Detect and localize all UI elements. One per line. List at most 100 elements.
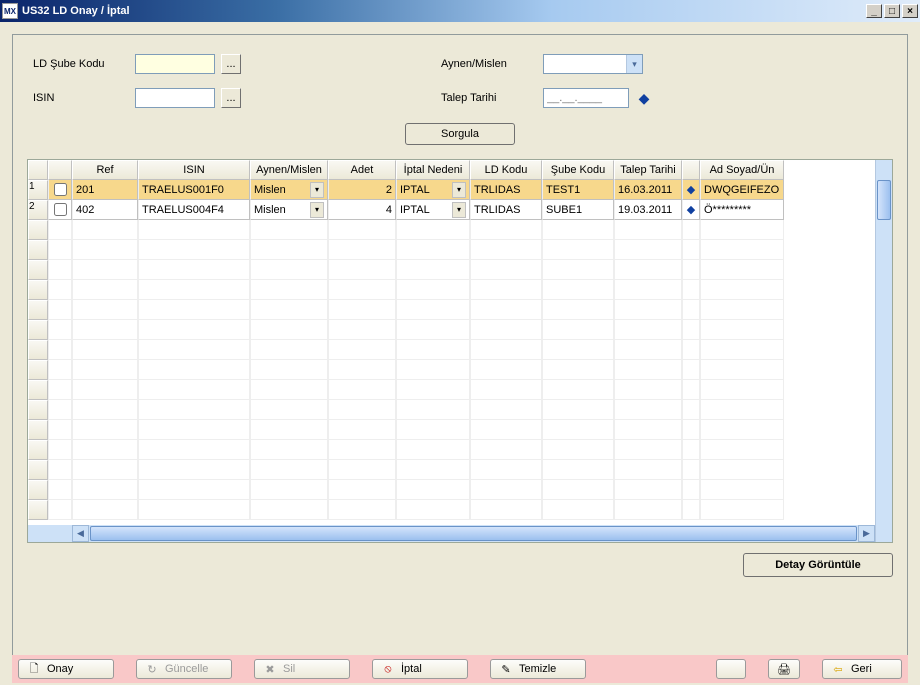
chevron-down-icon[interactable]: ▾ [310, 182, 324, 198]
cell-adet[interactable]: 4 [328, 200, 396, 220]
col-header-ad-soyad[interactable]: Ad Soyad/Ün [700, 160, 784, 180]
table-row [28, 280, 875, 300]
scroll-left-button[interactable]: ◀ [72, 525, 89, 542]
cell-icon [682, 340, 700, 360]
ld-sube-kodu-input[interactable] [135, 54, 215, 74]
cell-iptal [396, 300, 470, 320]
cancel-icon: ⦸ [381, 663, 395, 676]
cell-iptal [396, 380, 470, 400]
cell-chk[interactable] [48, 200, 72, 220]
col-header-adet[interactable]: Adet [328, 160, 396, 180]
cell-ref [72, 240, 138, 260]
row-checkbox[interactable] [54, 203, 67, 216]
cell-adet [328, 500, 396, 520]
table-row [28, 360, 875, 380]
print-button[interactable]: 🖨 [768, 659, 800, 679]
cell-ref[interactable]: 201 [72, 180, 138, 200]
cell-am[interactable]: Mislen▾ [250, 200, 328, 220]
cell-isin [138, 300, 250, 320]
cell-iptal [396, 280, 470, 300]
cell-ref [72, 220, 138, 240]
cell-chk[interactable] [48, 180, 72, 200]
cell-sube [542, 260, 614, 280]
cell-adet[interactable]: 2 [328, 180, 396, 200]
ld-sube-kodu-lookup-button[interactable]: ... [221, 54, 241, 74]
cell-iptal [396, 500, 470, 520]
cell-talep[interactable]: 16.03.2011 [614, 180, 682, 200]
chevron-down-icon[interactable]: ▾ [310, 202, 324, 218]
results-grid: Ref ISIN Aynen/Mislen Adet İptal Nedeni … [27, 159, 893, 543]
cell-iptal[interactable]: IPTAL▾ [396, 180, 470, 200]
aynen-mislen-select[interactable]: ▾ [543, 54, 643, 74]
col-header-aynen-mislen[interactable]: Aynen/Mislen [250, 160, 328, 180]
col-header-ref[interactable]: Ref [72, 160, 138, 180]
cell-talep[interactable]: 19.03.2011 [614, 200, 682, 220]
row-number [28, 220, 48, 240]
col-header-isin[interactable]: ISIN [138, 160, 250, 180]
row-detail-icon[interactable]: ◆ [687, 183, 695, 196]
scroll-thumb[interactable] [90, 526, 857, 541]
col-header-iptal-nedeni[interactable]: İptal Nedeni [396, 160, 470, 180]
row-number [28, 480, 48, 500]
cell-iptal[interactable]: IPTAL▾ [396, 200, 470, 220]
cell-ld [470, 300, 542, 320]
minimize-button[interactable]: _ [866, 4, 882, 18]
cell-ad[interactable]: Ö********* [700, 200, 784, 220]
cell-sube[interactable]: SUBE1 [542, 200, 614, 220]
cell-iptal [396, 320, 470, 340]
cell-ad[interactable]: DWQGEIFEZO [700, 180, 784, 200]
blank-button[interactable] [716, 659, 746, 679]
cell-ld[interactable]: TRLIDAS [470, 180, 542, 200]
cell-ref [72, 500, 138, 520]
cell-icon [682, 360, 700, 380]
onay-button[interactable]: 🗋 Onay [18, 659, 114, 679]
title-bar: MX US32 LD Onay / İptal _ □ × [0, 0, 920, 22]
cell-isin[interactable]: TRAELUS001F0 [138, 180, 250, 200]
calendar-icon[interactable]: ◆ [635, 89, 653, 107]
cell-chk [48, 380, 72, 400]
table-row [28, 300, 875, 320]
sorgula-button[interactable]: Sorgula [405, 123, 515, 145]
maximize-button[interactable]: □ [884, 4, 900, 18]
vertical-scrollbar[interactable] [875, 160, 892, 542]
cell-adet [328, 400, 396, 420]
cell-sube[interactable]: TEST1 [542, 180, 614, 200]
cell-adet [328, 280, 396, 300]
col-header-ld-kodu[interactable]: LD Kodu [470, 160, 542, 180]
talep-tarihi-input[interactable] [543, 88, 629, 108]
cell-isin[interactable]: TRAELUS004F4 [138, 200, 250, 220]
iptal-button[interactable]: ⦸ İptal [372, 659, 468, 679]
temizle-button[interactable]: ✎ Temizle [490, 659, 586, 679]
isin-lookup-button[interactable]: ... [221, 88, 241, 108]
cell-ref[interactable]: 402 [72, 200, 138, 220]
cell-adet [328, 480, 396, 500]
iptal-label: İptal [401, 663, 422, 675]
scroll-right-button[interactable]: ▶ [858, 525, 875, 542]
guncelle-button[interactable]: ↻ Güncelle [136, 659, 232, 679]
cell-chk [48, 400, 72, 420]
vscroll-thumb[interactable] [877, 180, 891, 220]
detay-goruntule-button[interactable]: Detay Görüntüle [743, 553, 893, 577]
cell-icon[interactable]: ◆ [682, 200, 700, 220]
chevron-down-icon[interactable]: ▾ [452, 202, 466, 218]
row-detail-icon[interactable]: ◆ [687, 203, 695, 216]
horizontal-scrollbar[interactable]: ◀ ▶ [28, 525, 875, 542]
cell-icon [682, 420, 700, 440]
cell-talep [614, 420, 682, 440]
table-row[interactable]: 1201TRAELUS001F0Mislen▾2IPTAL▾TRLIDASTES… [28, 180, 875, 200]
cell-icon[interactable]: ◆ [682, 180, 700, 200]
cell-ref [72, 320, 138, 340]
sil-button[interactable]: ✖ Sil [254, 659, 350, 679]
close-button[interactable]: × [902, 4, 918, 18]
chevron-down-icon[interactable]: ▾ [626, 55, 642, 73]
col-header-sube-kodu[interactable]: Şube Kodu [542, 160, 614, 180]
row-checkbox[interactable] [54, 183, 67, 196]
isin-input[interactable] [135, 88, 215, 108]
table-row[interactable]: 2402TRAELUS004F4Mislen▾4IPTAL▾TRLIDASSUB… [28, 200, 875, 220]
geri-button[interactable]: ⇦ Geri [822, 659, 902, 679]
chevron-down-icon[interactable]: ▾ [452, 182, 466, 198]
cell-am[interactable]: Mislen▾ [250, 180, 328, 200]
cell-adet [328, 360, 396, 380]
col-header-talep-tarihi[interactable]: Talep Tarihi [614, 160, 682, 180]
cell-ld[interactable]: TRLIDAS [470, 200, 542, 220]
